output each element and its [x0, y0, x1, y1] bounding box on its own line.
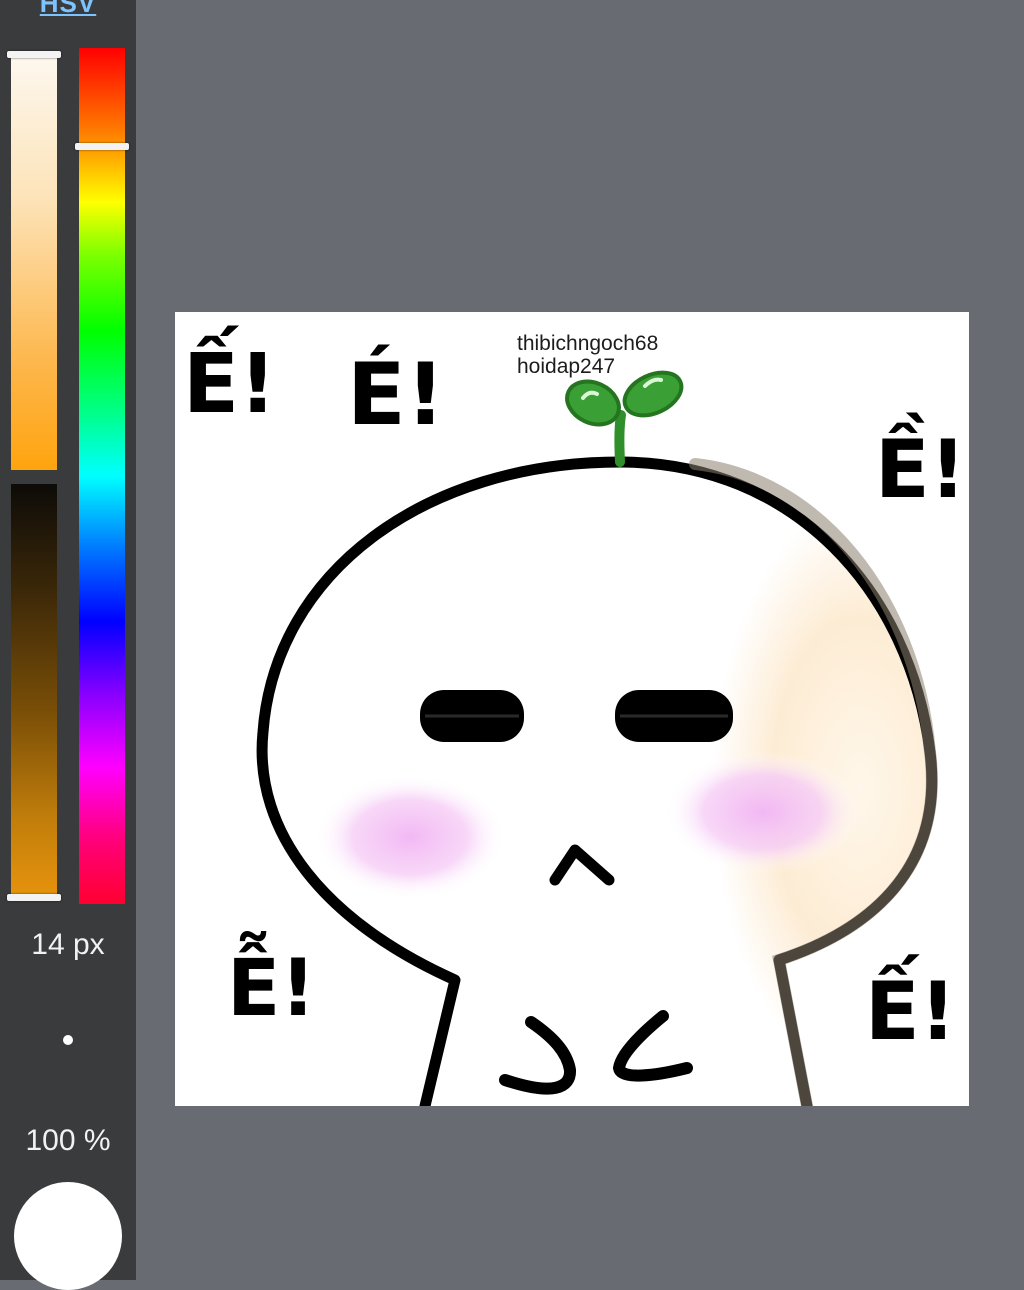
- hue-slider[interactable]: [79, 48, 125, 904]
- sprout-stem: [614, 410, 626, 467]
- brush-size-preview: [63, 1035, 73, 1045]
- blush-left: [315, 775, 505, 899]
- watermark-line2: hoidap247: [517, 355, 616, 378]
- hue-slider-handle[interactable]: [75, 143, 129, 150]
- shout-text-2: É!: [347, 345, 445, 445]
- blush-right: [665, 750, 861, 874]
- hsv-mode-link[interactable]: HSV: [0, 0, 136, 19]
- watermark-line1: thibichngoch68: [517, 332, 659, 355]
- watermark: thibichngoch68 hoidap247: [517, 332, 658, 378]
- drawing-canvas[interactable]: thibichngoch68 hoidap247 Ế! É! Ề! Ễ! Ế!: [175, 312, 969, 1106]
- shout-text-4: Ễ!: [227, 944, 316, 1034]
- value-slider[interactable]: [11, 484, 57, 900]
- brush-size-label[interactable]: 14 px: [0, 928, 136, 962]
- current-color-swatch[interactable]: [14, 1182, 122, 1290]
- shout-text-3: Ề!: [875, 423, 967, 516]
- saturation-slider-handle[interactable]: [7, 51, 61, 58]
- opacity-label[interactable]: 100 %: [0, 1124, 136, 1158]
- saturation-slider[interactable]: [11, 54, 57, 470]
- shout-text-1: Ế!: [183, 337, 277, 432]
- shout-text-5: Ế!: [865, 965, 957, 1058]
- color-picker-panel: HSV 14 px 100 %: [0, 0, 136, 1290]
- value-slider-handle[interactable]: [7, 894, 61, 901]
